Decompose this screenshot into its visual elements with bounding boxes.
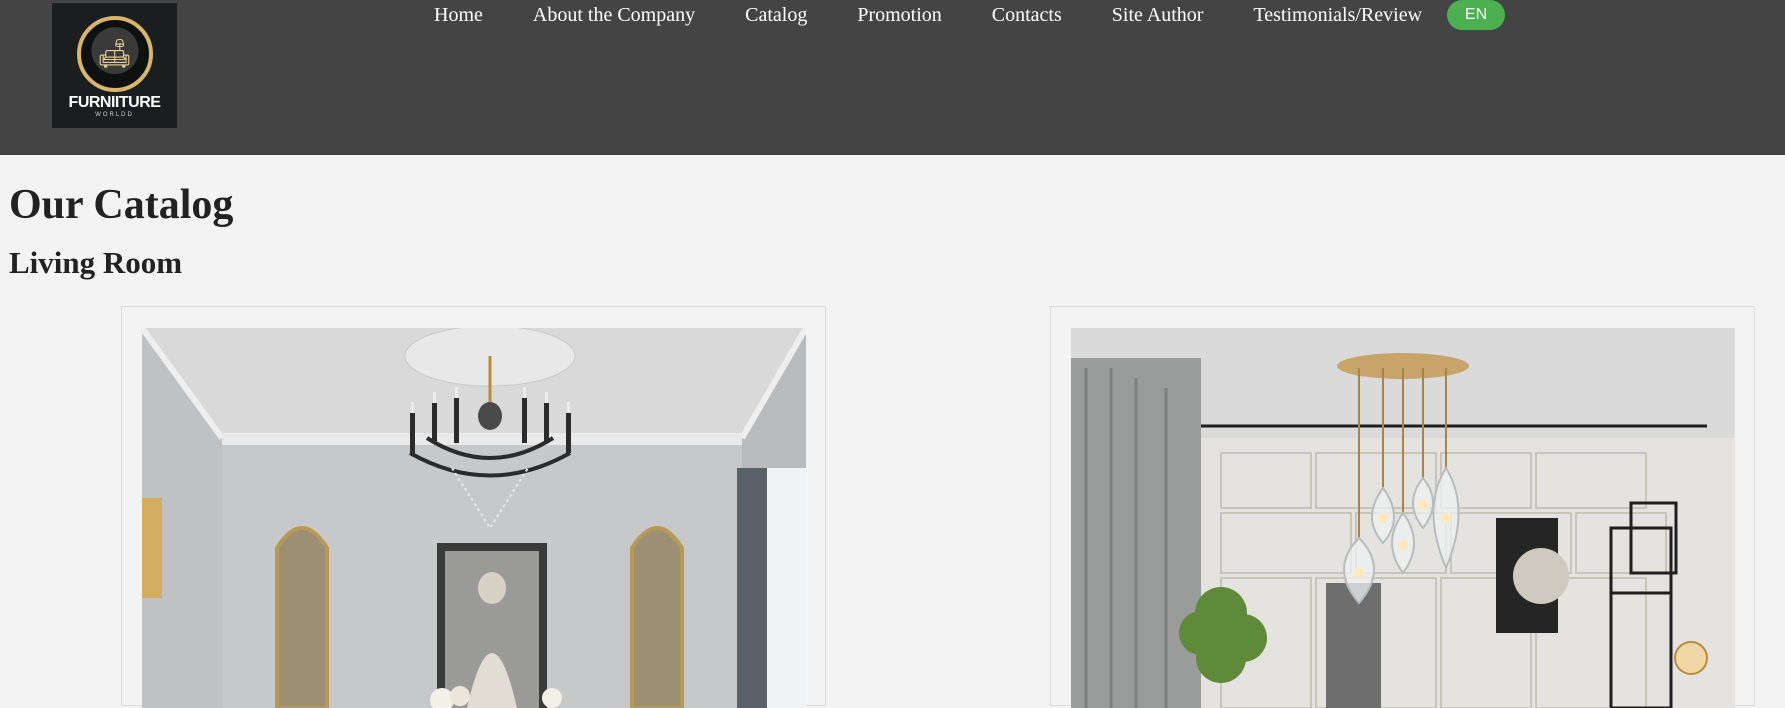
nav-testimonials[interactable]: Testimonials/Review <box>1253 1 1422 29</box>
product-image-classic-living-room[interactable] <box>142 328 806 708</box>
nav-site-author[interactable]: Site Author <box>1112 1 1204 29</box>
sofa-icon: 🛋 <box>76 16 153 92</box>
nav-contacts[interactable]: Contacts <box>992 1 1062 29</box>
brand-name: FURNIITURE <box>68 94 161 111</box>
product-image-modern-living-room[interactable] <box>1071 328 1735 708</box>
nav-promotion[interactable]: Promotion <box>857 1 941 29</box>
nav-about[interactable]: About the Company <box>533 1 695 29</box>
product-card[interactable] <box>121 306 826 708</box>
site-header: 🛋 FURNIITURE WORLDD Home About the Compa… <box>0 0 1785 155</box>
brand-tagline: WORLDD <box>95 112 134 118</box>
brand-logo[interactable]: 🛋 FURNIITURE WORLDD <box>52 3 177 128</box>
product-card[interactable] <box>1050 306 1755 708</box>
nav-catalog[interactable]: Catalog <box>745 1 807 29</box>
page-title: Our Catalog <box>9 182 234 228</box>
language-button[interactable]: EN <box>1447 0 1506 30</box>
nav-home[interactable]: Home <box>434 1 483 29</box>
section-title: Living Room <box>9 245 183 280</box>
main-nav: Home About the Company Catalog Promotion… <box>434 0 1506 30</box>
